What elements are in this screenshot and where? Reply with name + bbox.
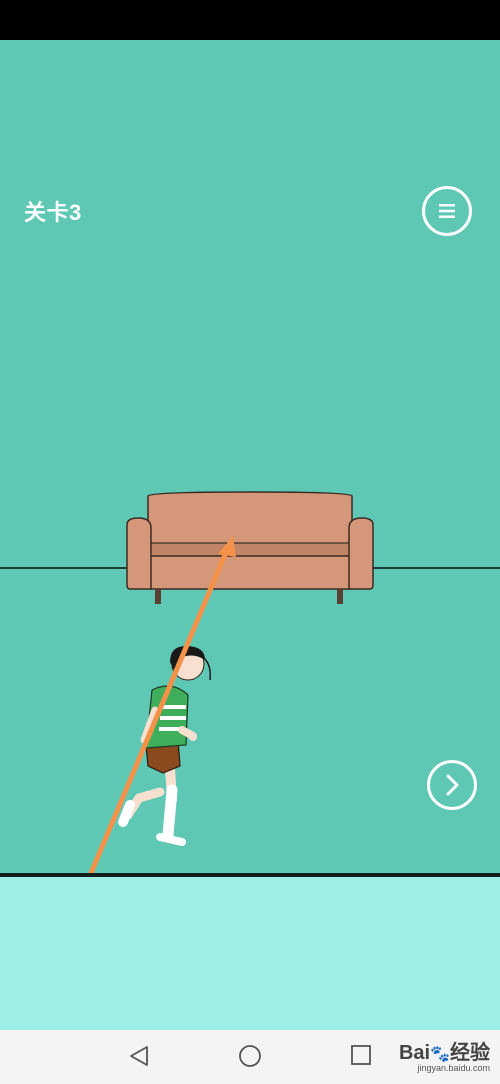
- watermark-url: jingyan.baidu.com: [417, 1063, 490, 1073]
- watermark-brand: Bai🐾经验: [398, 1042, 490, 1064]
- paw-icon: 🐾: [430, 1046, 450, 1063]
- running-girl[interactable]: [118, 645, 212, 846]
- status-bar: [0, 0, 500, 40]
- sofa[interactable]: [126, 491, 374, 604]
- navigation-bar: Bai🐾经验 jingyan.baidu.com: [0, 1030, 500, 1084]
- game-area[interactable]: 关卡3: [0, 40, 500, 873]
- scene: [88, 491, 374, 873]
- floor-band: [0, 873, 500, 1030]
- watermark: Bai🐾经验 jingyan.baidu.com: [399, 1036, 490, 1073]
- recents-square-icon[interactable]: [350, 1044, 372, 1066]
- back-triangle-icon[interactable]: [128, 1044, 150, 1068]
- home-circle-icon[interactable]: [238, 1044, 262, 1068]
